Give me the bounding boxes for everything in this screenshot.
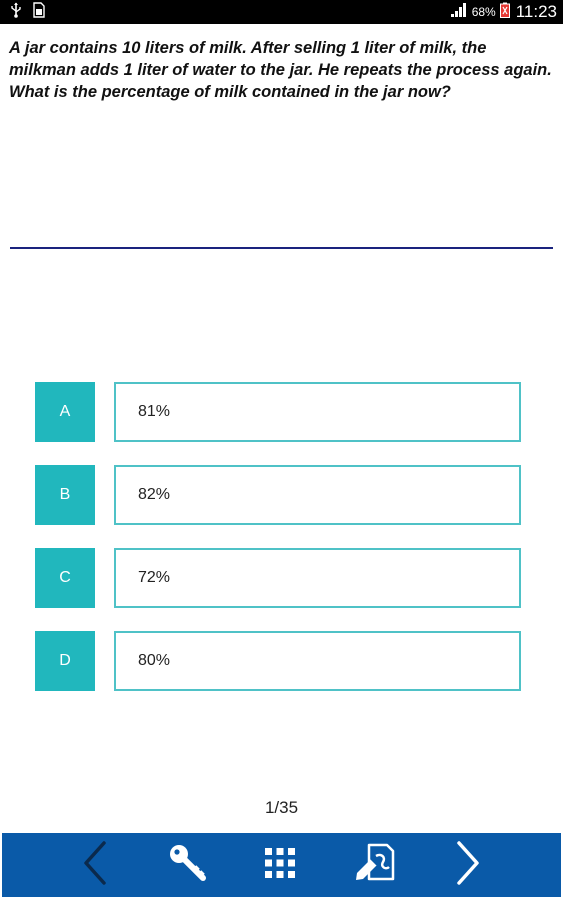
- question-grid-button[interactable]: [250, 833, 310, 897]
- grid-icon[interactable]: [263, 846, 297, 884]
- option-b[interactable]: B 82%: [35, 465, 521, 525]
- divider: [10, 247, 553, 249]
- edit-note-icon[interactable]: [353, 841, 397, 889]
- option-letter[interactable]: B: [35, 465, 95, 525]
- bottom-nav-bar: [2, 833, 561, 897]
- option-answer[interactable]: 81%: [114, 382, 521, 442]
- status-bar: 68% 11:23: [0, 0, 563, 24]
- question-text: A jar contains 10 liters of milk. After …: [9, 39, 552, 101]
- option-letter[interactable]: A: [35, 382, 95, 442]
- battery-icon: [499, 2, 510, 22]
- status-left-icons: [10, 2, 46, 22]
- answer-key-button[interactable]: [158, 833, 218, 897]
- usb-icon: [10, 2, 22, 22]
- next-button[interactable]: [438, 833, 498, 897]
- notes-button[interactable]: [345, 833, 405, 897]
- option-d[interactable]: D 80%: [35, 631, 521, 691]
- page-counter: 1/35: [264, 798, 299, 817]
- chevron-right-icon[interactable]: [453, 841, 483, 889]
- option-letter[interactable]: C: [35, 548, 95, 608]
- option-a[interactable]: A 81%: [35, 382, 521, 442]
- chevron-left-icon[interactable]: [80, 841, 110, 889]
- option-answer[interactable]: 82%: [114, 465, 521, 525]
- signal-icon: [450, 2, 468, 22]
- option-letter[interactable]: D: [35, 631, 95, 691]
- previous-button[interactable]: [65, 833, 125, 897]
- option-answer[interactable]: 80%: [114, 631, 521, 691]
- clock: 11:23: [515, 2, 557, 21]
- option-answer[interactable]: 72%: [114, 548, 521, 608]
- sim-card-icon: [32, 2, 46, 22]
- status-right: 68% 11:23: [450, 2, 557, 22]
- key-icon[interactable]: [167, 842, 209, 888]
- battery-percent: 68%: [471, 5, 496, 19]
- option-c[interactable]: C 72%: [35, 548, 521, 608]
